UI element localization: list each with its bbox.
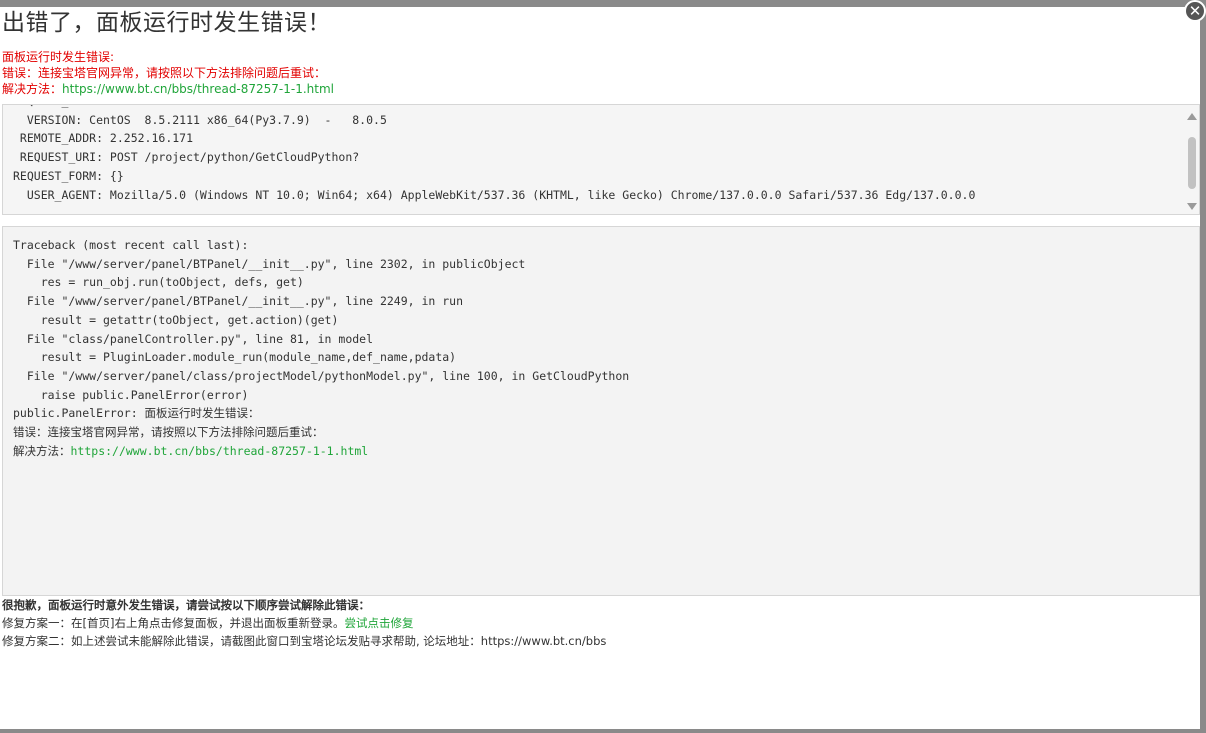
scroll-down-arrow-icon[interactable] — [1187, 203, 1197, 210]
traceback-panel: Traceback (most recent call last): File … — [2, 226, 1200, 596]
request-info-line: REQUEST_DATE: 2025-06-18 15:53:25 — [13, 105, 975, 111]
scroll-up-arrow-icon[interactable] — [1187, 113, 1197, 120]
request-info-line: REQUEST_FORM: {} — [13, 168, 124, 183]
traceback-text: Traceback (most recent call last): File … — [13, 236, 629, 460]
solution-link[interactable]: https://www.bt.cn/bbs/thread-87257-1-1.h… — [62, 82, 334, 96]
traceback-line: Traceback (most recent call last): — [13, 238, 249, 252]
traceback-line: public.PanelError: 面板运行时发生错误： — [13, 406, 260, 421]
fix-option-1: 修复方案一：在[首页]右上角点击修复面板，并退出面板重新登录。尝试点击修复 — [2, 614, 606, 632]
request-info-text: REQUEST_DATE: 2025-06-18 15:53:25 VERSIO… — [13, 105, 976, 204]
traceback-line: res = run_obj.run(toObject, defs, get) — [13, 275, 304, 290]
traceback-line: File "/www/server/panel/BTPanel/__init__… — [13, 256, 526, 271]
error-summary: 面板运行时发生错误: 错误：连接宝塔官网异常，请按照以下方法排除问题后重试： 解… — [2, 49, 334, 97]
scroll-thumb[interactable] — [1188, 137, 1196, 189]
request-info-panel[interactable]: REQUEST_DATE: 2025-06-18 15:53:25 VERSIO… — [2, 104, 1200, 215]
repair-tips: 很抱歉，面板运行时意外发生错误，请尝试按以下顺序尝试解除此错误： 修复方案一：在… — [2, 596, 606, 650]
tips-heading: 很抱歉，面板运行时意外发生错误，请尝试按以下顺序尝试解除此错误： — [2, 598, 370, 612]
error-line-1: 面板运行时发生错误: — [2, 50, 115, 64]
request-info-line: REQUEST_URI: POST /project/python/GetClo… — [13, 150, 360, 165]
error-dialog: 出错了，面板运行时发生错误！ 面板运行时发生错误: 错误：连接宝塔官网异常，请按… — [0, 7, 1202, 729]
error-line-2: 错误：连接宝塔官网异常，请按照以下方法排除问题后重试： — [2, 66, 327, 80]
try-repair-link[interactable]: 尝试点击修复 — [344, 616, 413, 630]
traceback-line: result = getattr(toObject, get.action)(g… — [13, 312, 339, 327]
fix-option-1-text: 修复方案一：在[首页]右上角点击修复面板，并退出面板重新登录。 — [2, 616, 345, 630]
request-info-line: USER_AGENT: Mozilla/5.0 (Windows NT 10.0… — [13, 187, 976, 202]
request-info-line: VERSION: CentOS 8.5.2111 x86_64(Py3.7.9)… — [13, 112, 387, 127]
traceback-solution-line: 解决方法：https://www.bt.cn/bbs/thread-87257-… — [13, 442, 629, 461]
traceback-line: File "class/panelController.py", line 81… — [13, 331, 374, 346]
traceback-line: result = PluginLoader.module_run(module_… — [13, 350, 457, 365]
traceback-solution-link[interactable]: https://www.bt.cn/bbs/thread-87257-1-1.h… — [71, 444, 369, 458]
traceback-line: File "/www/server/panel/class/projectMod… — [13, 368, 630, 383]
fix-option-2: 修复方案二：如上述尝试未能解除此错误，请截图此窗口到宝塔论坛发贴寻求帮助, 论坛… — [2, 634, 607, 648]
close-icon[interactable]: ✕ — [1184, 0, 1206, 22]
traceback-line: File "/www/server/panel/BTPanel/__init__… — [13, 294, 464, 309]
solution-prefix: 解决方法： — [2, 82, 63, 96]
traceback-line: raise public.PanelError(error) — [13, 387, 249, 402]
traceback-line: 错误：连接宝塔官网异常，请按照以下方法排除问题后重试： — [13, 425, 324, 440]
error-line-3: 解决方法：https://www.bt.cn/bbs/thread-87257-… — [2, 81, 334, 97]
dialog-title: 出错了，面板运行时发生错误！ — [2, 10, 331, 36]
request-info-line: REMOTE_ADDR: 2.252.16.171 — [13, 131, 194, 146]
traceback-solution-prefix: 解决方法： — [13, 443, 71, 458]
request-info-scrollbar[interactable] — [1185, 105, 1199, 214]
